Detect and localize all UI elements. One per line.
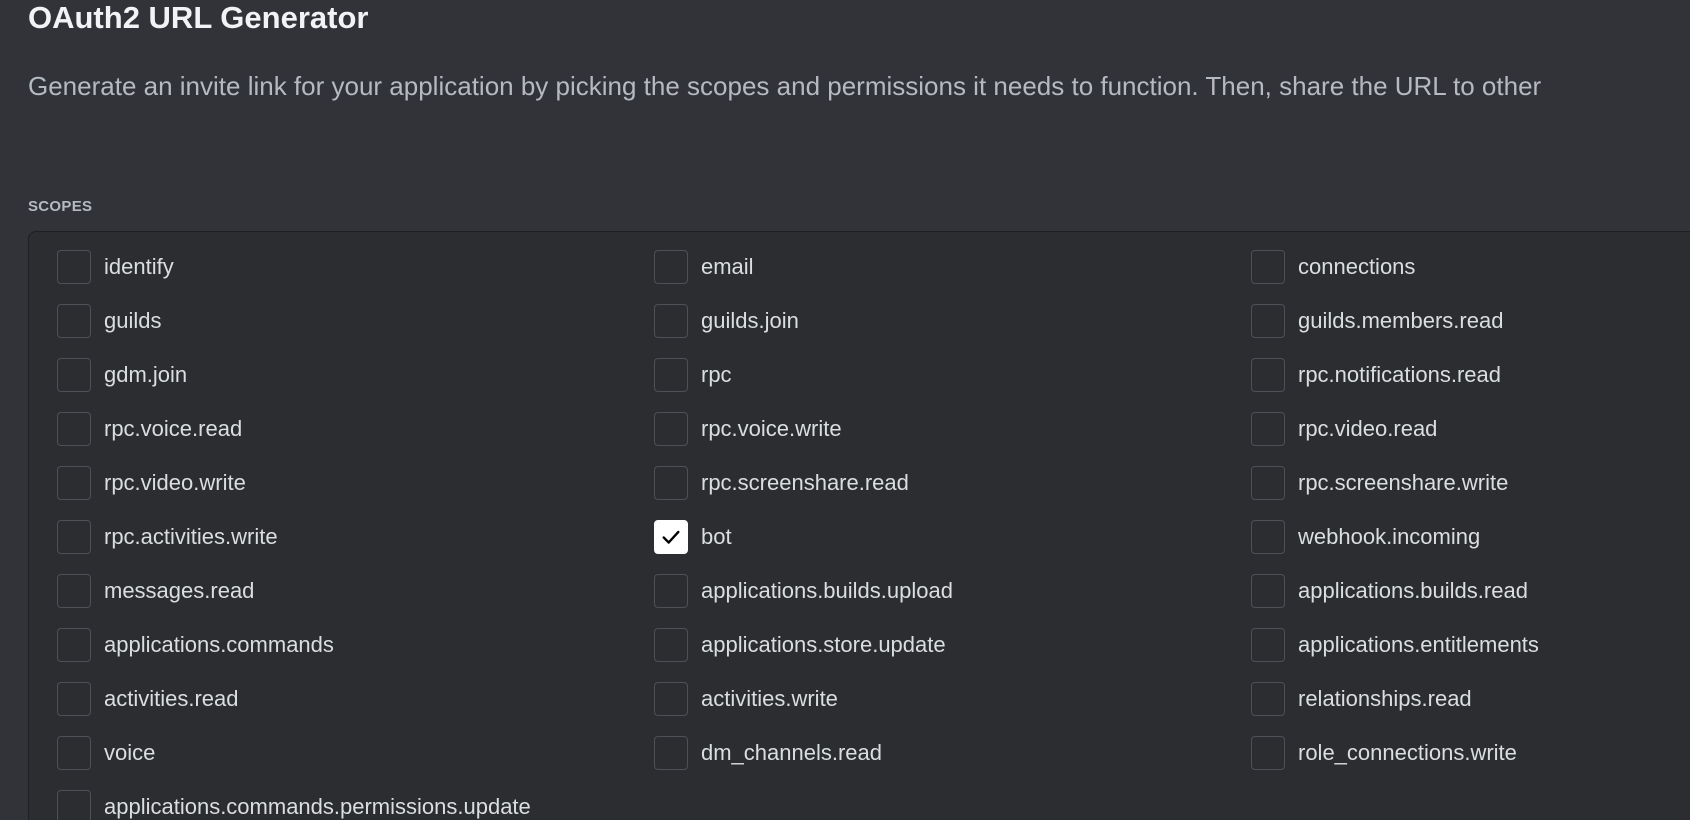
scope-label: rpc.video.write [104, 470, 246, 495]
scope-label: relationships.read [1298, 686, 1472, 711]
scope-checkbox[interactable] [57, 466, 91, 500]
scope-option-rpc-activities-write[interactable]: rpc.activities.write [57, 519, 278, 555]
scope-label: bot [701, 524, 732, 549]
scope-checkbox[interactable] [654, 466, 688, 500]
scope-option-guilds[interactable]: guilds [57, 303, 161, 339]
scope-option-role-connections-write[interactable]: role_connections.write [1251, 735, 1517, 771]
scope-label: webhook.incoming [1298, 524, 1481, 549]
scope-label: rpc.voice.write [701, 416, 842, 441]
scope-label: rpc.screenshare.read [701, 470, 909, 495]
scope-checkbox[interactable] [654, 628, 688, 662]
scope-option-guilds-join[interactable]: guilds.join [654, 303, 799, 339]
scope-option-applications-store-update[interactable]: applications.store.update [654, 627, 946, 663]
scope-checkbox[interactable] [1251, 682, 1285, 716]
scope-option-voice[interactable]: voice [57, 735, 155, 771]
scope-option-applications-builds-upload[interactable]: applications.builds.upload [654, 573, 953, 609]
scope-checkbox[interactable] [1251, 250, 1285, 284]
scope-option-rpc-voice-read[interactable]: rpc.voice.read [57, 411, 242, 447]
scope-option-rpc-screenshare-read[interactable]: rpc.screenshare.read [654, 465, 909, 501]
scope-checkbox[interactable] [654, 682, 688, 716]
scope-label: guilds.members.read [1298, 308, 1504, 333]
scope-label: gdm.join [104, 362, 188, 387]
scope-label: applications.entitlements [1298, 632, 1539, 657]
scope-label: applications.commands.permissions.update [104, 794, 531, 819]
scope-option-gdm-join[interactable]: gdm.join [57, 357, 187, 393]
scope-option-dm-channels-read[interactable]: dm_channels.read [654, 735, 882, 771]
scope-checkbox[interactable] [654, 250, 688, 284]
scope-label: rpc.voice.read [104, 416, 243, 441]
scope-checkbox[interactable] [57, 736, 91, 770]
scope-checkbox[interactable] [654, 574, 688, 608]
scope-option-rpc-video-write[interactable]: rpc.video.write [57, 465, 246, 501]
scope-option-rpc-screenshare-write[interactable]: rpc.screenshare.write [1251, 465, 1508, 501]
scope-option-rpc-voice-write[interactable]: rpc.voice.write [654, 411, 842, 447]
scope-option-webhook-incoming[interactable]: webhook.incoming [1251, 519, 1480, 555]
scope-checkbox[interactable] [1251, 412, 1285, 446]
scope-checkbox[interactable] [654, 412, 688, 446]
scope-checkbox[interactable] [1251, 736, 1285, 770]
scope-checkbox[interactable] [654, 520, 688, 554]
scope-label: voice [104, 740, 156, 765]
scope-checkbox[interactable] [1251, 304, 1285, 338]
scope-label: rpc.screenshare.write [1298, 470, 1509, 495]
scope-label: messages.read [104, 578, 255, 603]
scope-option-rpc-notifications-read[interactable]: rpc.notifications.read [1251, 357, 1501, 393]
scope-option-rpc-video-read[interactable]: rpc.video.read [1251, 411, 1437, 447]
oauth2-url-generator-page: OAuth2 URL Generator Generate an invite … [0, 0, 1690, 820]
scope-label: applications.commands [104, 632, 334, 657]
scope-checkbox[interactable] [57, 790, 91, 820]
checkmark-icon [662, 530, 680, 544]
scope-checkbox[interactable] [1251, 520, 1285, 554]
scope-option-activities-write[interactable]: activities.write [654, 681, 838, 717]
scope-checkbox[interactable] [57, 304, 91, 338]
scope-checkbox[interactable] [1251, 574, 1285, 608]
scope-label: guilds.join [701, 308, 799, 333]
scope-label: applications.builds.read [1298, 578, 1528, 603]
scope-option-relationships-read[interactable]: relationships.read [1251, 681, 1472, 717]
scope-label: activities.write [701, 686, 838, 711]
scope-label: rpc [701, 362, 732, 387]
scope-label: connections [1298, 254, 1416, 279]
scope-label: rpc.activities.write [104, 524, 278, 549]
scope-label: activities.read [104, 686, 239, 711]
scope-checkbox[interactable] [1251, 466, 1285, 500]
scope-checkbox[interactable] [57, 250, 91, 284]
scope-option-guilds-members-read[interactable]: guilds.members.read [1251, 303, 1503, 339]
scope-label: guilds [104, 308, 162, 333]
scope-option-bot[interactable]: bot [654, 519, 732, 555]
scope-label: applications.builds.upload [701, 578, 953, 603]
scope-checkbox[interactable] [654, 358, 688, 392]
scope-label: applications.store.update [701, 632, 946, 657]
scope-option-applications-commands-permissions-update[interactable]: applications.commands.permissions.update [57, 789, 531, 820]
scope-checkbox[interactable] [1251, 358, 1285, 392]
scope-checkbox[interactable] [57, 358, 91, 392]
scope-checkbox[interactable] [57, 628, 91, 662]
scopes-section-label: SCOPES [28, 198, 93, 215]
scope-option-connections[interactable]: connections [1251, 249, 1415, 285]
scope-checkbox[interactable] [57, 682, 91, 716]
scope-option-rpc[interactable]: rpc [654, 357, 732, 393]
scope-option-applications-builds-read[interactable]: applications.builds.read [1251, 573, 1528, 609]
scope-option-email[interactable]: email [654, 249, 754, 285]
scopes-checkbox-grid: identify email connections guilds guilds.joi… [28, 231, 1690, 820]
page-title: OAuth2 URL Generator [28, 0, 369, 35]
scope-checkbox[interactable] [57, 574, 91, 608]
scope-option-messages-read[interactable]: messages.read [57, 573, 254, 609]
page-description: Generate an invite link for your applica… [28, 71, 1542, 101]
scope-checkbox[interactable] [654, 736, 688, 770]
scope-option-applications-entitlements[interactable]: applications.entitlements [1251, 627, 1539, 663]
scope-option-identify[interactable]: identify [57, 249, 174, 285]
scope-label: rpc.video.read [1298, 416, 1438, 441]
scope-label: dm_channels.read [701, 740, 883, 765]
scope-checkbox[interactable] [57, 520, 91, 554]
scope-label: email [701, 254, 754, 279]
scope-label: identify [104, 254, 174, 279]
scope-label: role_connections.write [1298, 740, 1517, 765]
scope-checkbox[interactable] [57, 412, 91, 446]
scope-label: rpc.notifications.read [1298, 362, 1501, 387]
scope-checkbox[interactable] [1251, 628, 1285, 662]
scope-checkbox[interactable] [654, 304, 688, 338]
scope-option-applications-commands[interactable]: applications.commands [57, 627, 334, 663]
scope-option-activities-read[interactable]: activities.read [57, 681, 239, 717]
